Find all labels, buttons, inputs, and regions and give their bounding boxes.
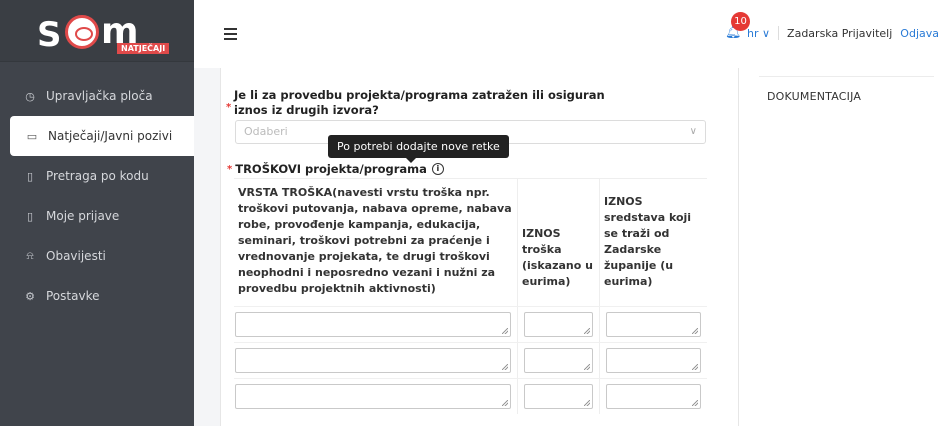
application-form: * Je li za provedbu projekta/programa za… — [220, 68, 739, 426]
bell-icon: ⍾ — [26, 249, 34, 262]
requested-amount-textarea[interactable] — [606, 312, 701, 337]
menu-toggle-icon[interactable] — [224, 27, 240, 41]
table-row — [234, 306, 707, 342]
side-panel: DOKUMENTACIJA — [739, 68, 951, 426]
costs-table: VRSTA TROŠKA(navesti vrstu troška npr. t… — [234, 178, 707, 414]
logo-subtitle: NATJEČAJI — [117, 42, 170, 54]
chevron-down-icon: ∨ — [689, 126, 697, 137]
app-logo[interactable]: S m NATJEČAJI — [0, 0, 194, 62]
column-header-cost-amount: IZNOS troška (iskazano u eurima) — [518, 179, 600, 306]
required-marker: * — [227, 163, 233, 175]
table-row — [234, 342, 707, 378]
cost-amount-textarea[interactable] — [524, 348, 593, 373]
notifications-bell-icon[interactable]: 🔔︎ 10 — [725, 12, 750, 40]
required-marker: * — [226, 102, 232, 113]
other-sources-question: * Je li za provedbu projekta/programa za… — [226, 88, 624, 118]
add-rows-tooltip: Po potrebi dodajte nove retke — [328, 135, 509, 163]
folder-icon: ▭ — [26, 129, 38, 143]
language-selector[interactable]: hr ∨ — [747, 27, 770, 40]
table-header-row: VRSTA TROŠKA(navesti vrstu troška npr. t… — [234, 178, 707, 306]
top-header: 🔔︎ 10 hr ∨ Zadarska Prijavitelj Odjava — [194, 0, 951, 68]
sidebar-item-label: Upravljačka ploča — [46, 89, 153, 103]
cost-amount-textarea[interactable] — [524, 312, 593, 337]
sidebar-item-label: Natječaji/Javni pozivi — [48, 129, 173, 143]
document-icon: ▯ — [26, 169, 34, 183]
table-row — [234, 378, 707, 414]
cost-type-textarea[interactable] — [235, 312, 511, 337]
header-user-area: 🔔︎ 10 hr ∨ Zadarska Prijavitelj Odjava — [725, 12, 939, 40]
header-divider — [778, 26, 780, 40]
logo-fish-icon — [65, 14, 99, 49]
sidebar: S m NATJEČAJI ◷ Upravljačka ploča ▭ Natj… — [0, 0, 194, 426]
sidebar-nav: ◷ Upravljačka ploča ▭ Natječaji/Javni po… — [0, 76, 194, 316]
logout-link[interactable]: Odjava — [900, 27, 939, 40]
sidebar-item-search-by-code[interactable]: ▯ Pretraga po kodu — [0, 156, 194, 196]
info-icon[interactable]: i — [431, 163, 444, 175]
logo-letter-s: S — [37, 14, 61, 55]
sidebar-item-notifications[interactable]: ⍾ Obavijesti — [0, 236, 194, 276]
sidebar-item-label: Postavke — [46, 289, 100, 303]
sidebar-item-label: Pretraga po kodu — [46, 169, 149, 183]
gear-icon: ⚙ — [25, 289, 35, 303]
cost-type-textarea[interactable] — [235, 384, 511, 409]
side-divider — [759, 76, 934, 77]
documentation-link[interactable]: DOKUMENTACIJA — [767, 90, 861, 103]
sidebar-item-my-applications[interactable]: ▯ Moje prijave — [0, 196, 194, 236]
notification-count-badge: 10 — [731, 12, 750, 31]
logo-mark: S m NATJEČAJI — [37, 9, 170, 55]
username: Zadarska Prijavitelj — [787, 26, 893, 40]
costs-label-text: TROŠKOVI projekta/programa — [235, 162, 427, 176]
requested-amount-textarea[interactable] — [606, 384, 701, 409]
question-text: Je li za provedbu projekta/programa zatr… — [234, 88, 605, 117]
file-edit-icon: ▯ — [26, 209, 34, 223]
column-header-cost-type: VRSTA TROŠKA(navesti vrstu troška npr. t… — [234, 179, 518, 306]
cost-type-textarea[interactable] — [235, 348, 511, 373]
cost-amount-textarea[interactable] — [524, 384, 593, 409]
dashboard-icon: ◷ — [25, 89, 35, 103]
sidebar-item-label: Obavijesti — [46, 249, 106, 263]
main-content: * Je li za provedbu projekta/programa za… — [194, 68, 951, 426]
costs-section-label: * TROŠKOVI projekta/programa i — [227, 162, 444, 176]
sidebar-item-settings[interactable]: ⚙ Postavke — [0, 276, 194, 316]
sidebar-item-dashboard[interactable]: ◷ Upravljačka ploča — [0, 76, 194, 116]
column-header-requested-amount: IZNOS sredstava koji se traži od Zadarsk… — [604, 195, 692, 288]
sidebar-item-label: Moje prijave — [46, 209, 120, 223]
requested-amount-textarea[interactable] — [606, 348, 701, 373]
sidebar-item-tenders[interactable]: ▭ Natječaji/Javni pozivi — [10, 116, 194, 156]
select-value: Odaberi — [244, 125, 288, 138]
